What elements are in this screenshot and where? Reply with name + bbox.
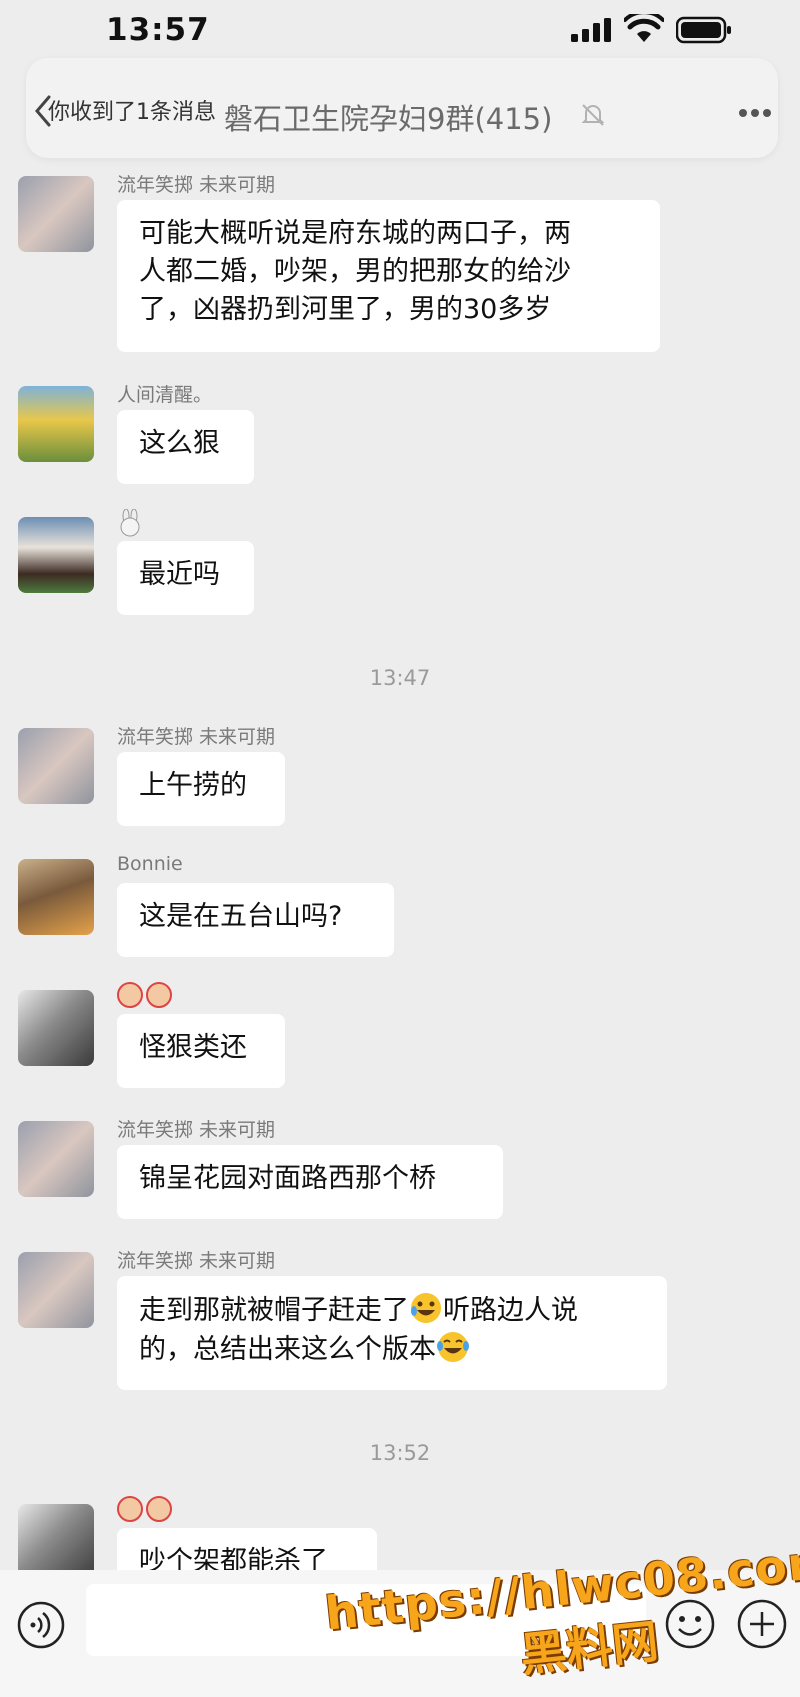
sender-name: 流年笑掷 未来可期 [117, 174, 276, 196]
avatar[interactable] [18, 386, 94, 462]
avatar[interactable] [18, 517, 94, 593]
avatar[interactable] [18, 1121, 94, 1197]
message-text: 走到那就被帽子赶走了 [139, 1295, 409, 1326]
clown-emoji-pair [117, 982, 177, 1010]
wifi-icon [624, 14, 664, 42]
plus-icon[interactable] [736, 1598, 788, 1650]
sender-name: 流年笑掷 未来可期 [117, 726, 276, 748]
chat-header: 你收到了1条消息 磐石卫生院孕妇9群(415) [26, 58, 778, 158]
avatar[interactable] [18, 1504, 94, 1570]
avatar[interactable] [18, 1252, 94, 1328]
sender-name: Bonnie [117, 853, 183, 875]
sender-name: 人间清醒。 [117, 384, 213, 406]
new-message-notice[interactable]: 你收到了1条消息 [48, 94, 216, 126]
status-bar: 13:57 [0, 0, 800, 60]
tears-of-joy-emoji-icon [437, 1332, 469, 1362]
sender-name: 流年笑掷 未来可期 [117, 1119, 276, 1141]
time-divider: 13:52 [369, 1441, 431, 1465]
avatar[interactable] [18, 728, 94, 804]
clown-face-icon [146, 1496, 172, 1522]
clown-emoji-pair [117, 1496, 177, 1524]
message-text: 的，总结出来这么个版本 [139, 1334, 436, 1365]
clown-face-icon [117, 1496, 143, 1522]
laugh-cry-emoji-icon [411, 1293, 441, 1323]
message-text: 听路边人说 [443, 1295, 578, 1326]
message-bubble[interactable]: 可能大概听说是府东城的两口子，两 人都二婚，吵架，男的把那女的给沙 了，凶器扔到… [117, 200, 660, 352]
voice-icon[interactable] [16, 1600, 66, 1650]
clown-face-icon [146, 982, 172, 1008]
battery-icon [676, 16, 731, 44]
bell-off-icon [581, 104, 605, 126]
rabbit-icon [117, 508, 177, 537]
chat-title: 磐石卫生院孕妇9群(415) [224, 102, 553, 136]
message-bubble[interactable]: 上午捞的 [117, 752, 285, 826]
avatar[interactable] [18, 990, 94, 1066]
signal-icon [571, 18, 611, 42]
message-bubble[interactable]: 锦呈花园对面路西那个桥 [117, 1145, 503, 1219]
message-bubble[interactable]: 这是在五台山吗? [117, 883, 394, 957]
status-time: 13:57 [106, 12, 210, 48]
avatar[interactable] [18, 859, 94, 935]
clown-face-icon [117, 982, 143, 1008]
message-bubble[interactable]: 这么狠 [117, 410, 254, 484]
avatar[interactable] [18, 176, 94, 252]
sender-name: 流年笑掷 未来可期 [117, 1250, 276, 1272]
message-bubble[interactable]: 吵个架都能杀了 [117, 1528, 377, 1570]
message-bubble[interactable]: 最近吗 [117, 541, 254, 615]
smiley-icon[interactable] [664, 1598, 716, 1650]
message-bubble[interactable]: 怪狠类还 [117, 1014, 285, 1088]
time-divider: 13:47 [369, 666, 431, 690]
message-bubble[interactable]: 走到那就被帽子赶走了 听路边人说 的，总结出来这么个版本 [117, 1276, 667, 1390]
more-dots-icon[interactable] [738, 108, 772, 118]
